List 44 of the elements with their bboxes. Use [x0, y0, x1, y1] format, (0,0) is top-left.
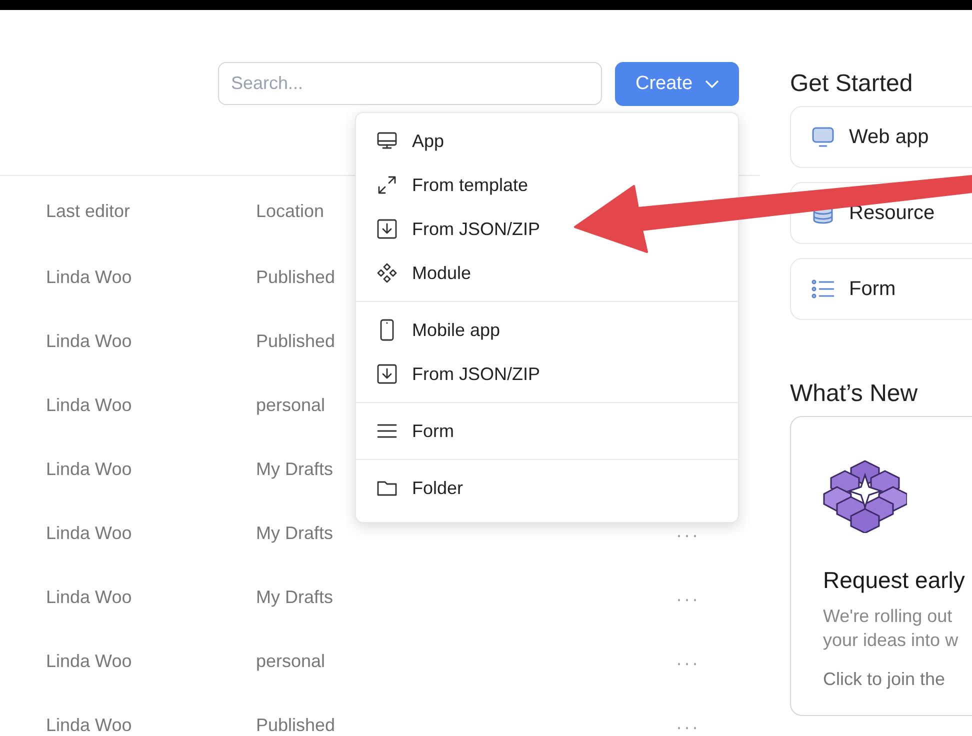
table-cell: My Drafts	[256, 459, 334, 479]
download-box-icon	[376, 218, 398, 240]
section-title: What’s New	[790, 379, 919, 406]
card-text: We're rolling out	[823, 604, 952, 628]
menu-item[interactable]: Module	[356, 251, 738, 295]
table-cell: Linda Woo	[46, 459, 132, 479]
table-cell: Published	[256, 715, 336, 735]
table-cell: personal	[256, 395, 326, 415]
table-cell: Published	[256, 267, 336, 287]
monitor-icon	[811, 125, 835, 149]
shortcut-card[interactable]: Form	[790, 258, 972, 320]
menu-item[interactable]: From template	[356, 163, 738, 207]
caret-icon	[704, 80, 719, 88]
menu-item[interactable]: From JSON/ZIP	[356, 207, 738, 251]
menu-item[interactable]: Mobile app	[356, 308, 738, 352]
table-cell: Published	[256, 331, 336, 351]
diamonds-icon	[376, 262, 398, 284]
table-cell: Linda Woo	[46, 395, 132, 415]
section-title: Get Started	[790, 69, 914, 96]
menu-item[interactable]: From JSON/ZIP	[356, 352, 738, 396]
card-heading: Request early	[823, 566, 965, 595]
column-header[interactable]: Location	[256, 198, 324, 225]
shortcut-card[interactable]: Web app	[790, 106, 972, 168]
menu-item[interactable]: App	[356, 119, 738, 163]
table-cell: Linda Woo	[46, 715, 132, 735]
search-field[interactable]: Search...	[218, 62, 602, 105]
table-cell: Linda Woo	[46, 651, 132, 671]
column-header[interactable]: Last editor	[46, 198, 256, 225]
news-card[interactable]: Request early We're rolling out your ideas into w Click to join the	[790, 416, 972, 716]
table-cell: My Drafts	[256, 587, 334, 607]
table-cell: Linda Woo	[46, 523, 132, 543]
download-box-icon	[376, 363, 398, 385]
create-button[interactable]: Create	[615, 62, 739, 106]
card-text: your ideas into w	[823, 628, 958, 652]
menu-item[interactable]: Folder	[356, 466, 738, 510]
diagonal-arrows-icon	[376, 174, 398, 196]
menu-item[interactable]: Form	[356, 409, 738, 453]
table-cell: Linda Woo	[46, 331, 132, 351]
table-cell: My Drafts	[256, 523, 334, 543]
table-cell: Linda Woo	[46, 587, 132, 607]
table-cell: personal	[256, 651, 326, 671]
table-cell: Linda Woo	[46, 267, 132, 287]
list-icon	[811, 277, 835, 301]
card-link[interactable]: Click to join the	[823, 666, 946, 692]
